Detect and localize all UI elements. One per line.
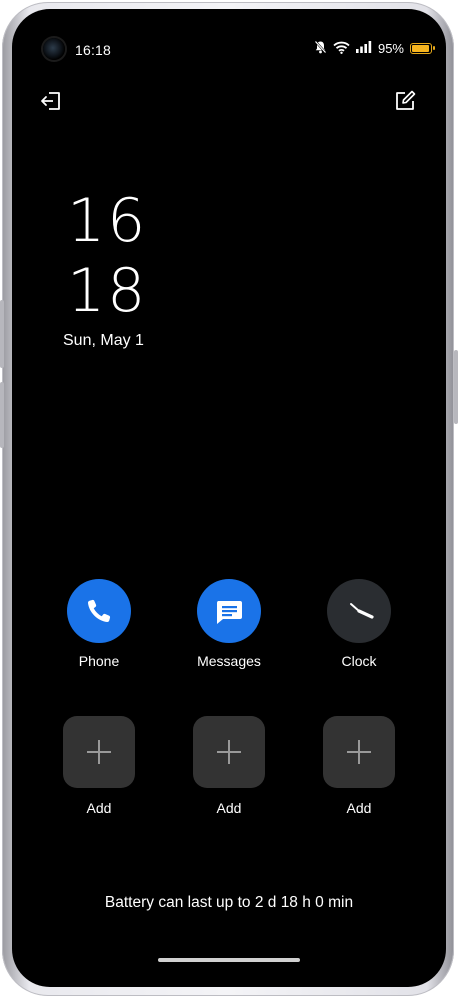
- date-label: Sun, May 1: [63, 332, 144, 349]
- add-label: Add: [86, 800, 112, 816]
- app-label: Messages: [197, 653, 261, 669]
- clock-hours: 16: [67, 186, 148, 256]
- add-slot-3[interactable]: Add: [304, 716, 414, 816]
- plus-icon: [87, 740, 111, 764]
- exit-icon[interactable]: [39, 89, 63, 113]
- app-label: Phone: [78, 653, 120, 669]
- wifi-icon: [333, 41, 350, 57]
- side-button-right: [454, 350, 458, 424]
- plus-icon: [217, 740, 241, 764]
- clock-minutes: 18: [67, 256, 148, 326]
- side-button-left-1: [0, 300, 4, 368]
- battery-percent: 95%: [377, 41, 404, 56]
- silent-bell-icon: [314, 40, 327, 57]
- battery-fill: [412, 45, 429, 52]
- messages-icon: [197, 579, 261, 643]
- status-time: 16:18: [75, 42, 112, 58]
- phone-icon: [67, 579, 131, 643]
- home-indicator[interactable]: [158, 958, 300, 962]
- add-slot-2[interactable]: Add: [174, 716, 284, 816]
- clock-icon: [327, 579, 391, 643]
- side-button-left-2: [0, 382, 4, 448]
- add-box: [63, 716, 135, 788]
- signal-icon: [355, 41, 372, 56]
- add-slot-1[interactable]: Add: [44, 716, 154, 816]
- battery-estimate: Battery can last up to 2 d 18 h 0 min: [104, 894, 354, 911]
- add-label: Add: [346, 800, 372, 816]
- status-icons: 95%: [314, 40, 435, 57]
- add-box: [323, 716, 395, 788]
- add-label: Add: [216, 800, 242, 816]
- front-camera: [43, 38, 65, 60]
- app-clock[interactable]: Clock: [304, 579, 414, 669]
- app-label: Clock: [341, 653, 377, 669]
- app-phone[interactable]: Phone: [44, 579, 154, 669]
- edit-icon[interactable]: [393, 89, 417, 113]
- plus-icon: [347, 740, 371, 764]
- app-messages[interactable]: Messages: [174, 579, 284, 669]
- add-box: [193, 716, 265, 788]
- lock-screen: 16:18 95% 16 18 Sun, May 1 Phone Message…: [12, 9, 446, 987]
- battery-icon: [410, 43, 435, 54]
